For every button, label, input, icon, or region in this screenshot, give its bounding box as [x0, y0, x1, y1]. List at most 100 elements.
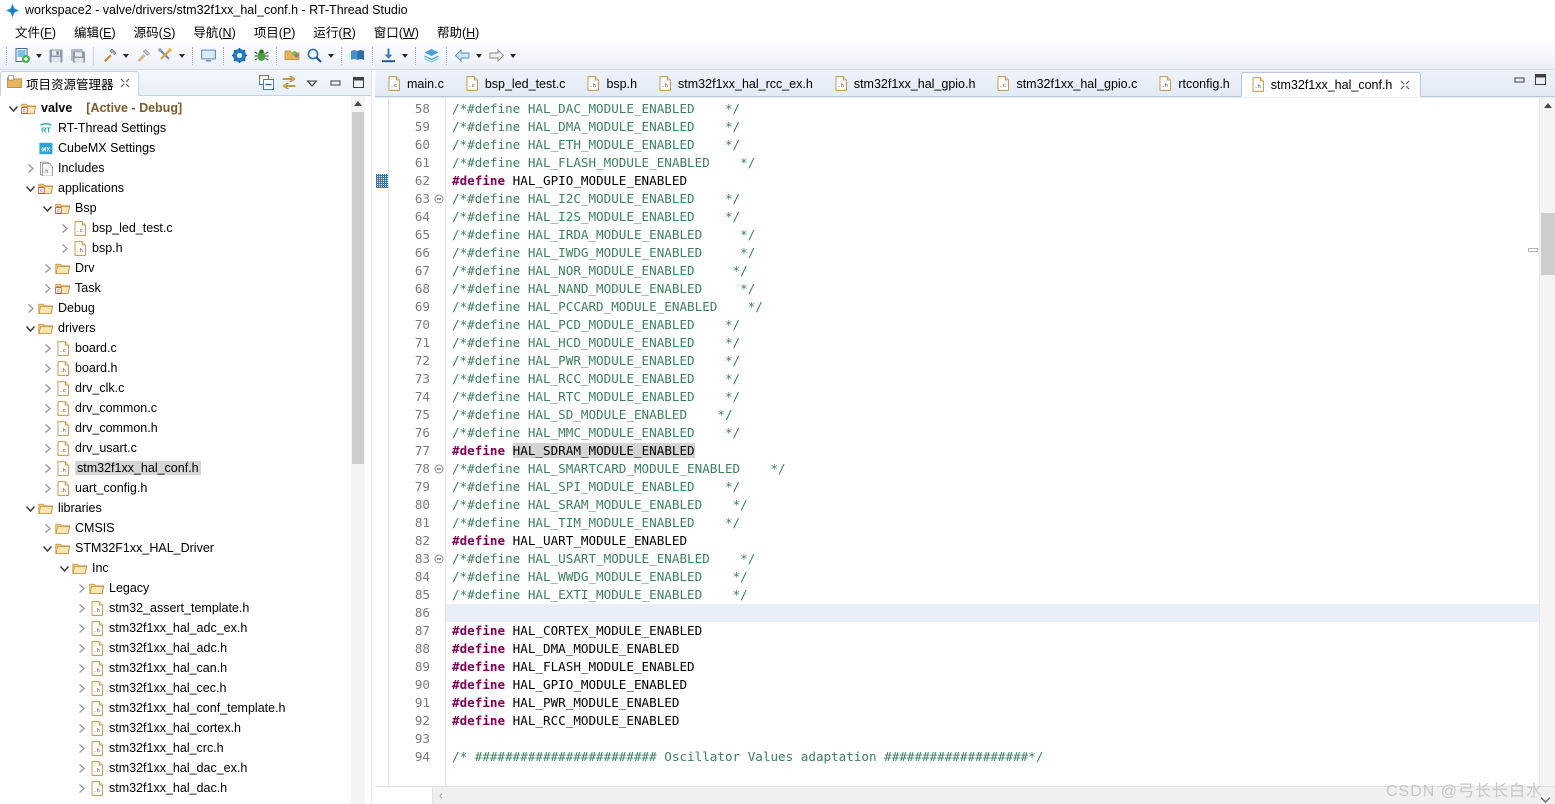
chevron-right-icon[interactable]: [74, 661, 88, 675]
editor-marker-cell[interactable]: [375, 226, 388, 244]
back-arrow-icon[interactable]: [451, 45, 473, 67]
tree-item-stm32f1xx-hal-driver[interactable]: STM32F1xx_HAL_Driver: [0, 538, 371, 558]
project-tree-scrollbar[interactable]: [351, 96, 365, 804]
collapse-all-icon[interactable]: [257, 74, 275, 92]
editor-marker-cell[interactable]: [375, 406, 388, 424]
fold-collapse-icon[interactable]: [433, 550, 445, 568]
tree-item-stm32-assert-template-h[interactable]: .h stm32_assert_template.h: [0, 598, 371, 618]
close-icon[interactable]: [120, 77, 130, 91]
code-line[interactable]: /*#define HAL_TIM_MODULE_ENABLED */: [452, 514, 1555, 532]
terminal-icon[interactable]: [197, 45, 219, 67]
link-editor-icon[interactable]: [280, 74, 298, 92]
tree-item-bsp[interactable]: c Bsp: [0, 198, 371, 218]
tree-item-stm32f1xx-hal-conf-h[interactable]: .h stm32f1xx_hal_conf.h: [0, 458, 371, 478]
chevron-right-icon[interactable]: [57, 221, 71, 235]
tools-dropdown-arrow[interactable]: [176, 45, 188, 67]
tree-item-board-h[interactable]: .h board.h: [0, 358, 371, 378]
code-line[interactable]: /*#define HAL_DAC_MODULE_ENABLED */: [452, 100, 1555, 118]
tree-item-stm32f1xx-hal-can-h[interactable]: .h stm32f1xx_hal_can.h: [0, 658, 371, 678]
forward-dropdown-arrow[interactable]: [507, 45, 519, 67]
chevron-right-icon[interactable]: [74, 681, 88, 695]
editor-tab-rtconfig-h[interactable]: .h rtconfig.h: [1148, 71, 1240, 96]
tree-item-cubemx-settings[interactable]: MX CubeMX Settings: [0, 138, 371, 158]
tree-item-bsp-h[interactable]: .h bsp.h: [0, 238, 371, 258]
editor-marker-cell[interactable]: [375, 442, 388, 460]
code-line[interactable]: #define HAL_DMA_MODULE_ENABLED: [452, 640, 1555, 658]
editor-marker-cell[interactable]: [375, 316, 388, 334]
editor-marker-cell[interactable]: [375, 496, 388, 514]
new-dropdown-arrow[interactable]: [33, 45, 45, 67]
code-line[interactable]: #define HAL_RCC_MODULE_ENABLED: [452, 712, 1555, 730]
menu-navigate[interactable]: 导航(N): [184, 20, 244, 43]
code-line[interactable]: /*#define HAL_DMA_MODULE_ENABLED */: [452, 118, 1555, 136]
tree-item-stm32f1xx-hal-adc-h[interactable]: .h stm32f1xx_hal_adc.h: [0, 638, 371, 658]
editor-marker-cell[interactable]: [375, 298, 388, 316]
build-tools-icon[interactable]: [154, 45, 176, 67]
scrollbar-thumb[interactable]: [352, 112, 364, 464]
editor-marker-cell[interactable]: [375, 370, 388, 388]
chevron-right-icon[interactable]: [40, 521, 54, 535]
editor-marker-cell[interactable]: [375, 730, 388, 748]
editor-marker-cell[interactable]: [375, 388, 388, 406]
code-line[interactable]: [452, 730, 1555, 748]
code-line[interactable]: /*#define HAL_RCC_MODULE_ENABLED */: [452, 370, 1555, 388]
layers-icon[interactable]: [420, 45, 442, 67]
editor-marker-cell[interactable]: [375, 100, 388, 118]
code-line[interactable]: #define HAL_GPIO_MODULE_ENABLED: [452, 676, 1555, 694]
chevron-down-icon[interactable]: [23, 181, 37, 195]
chevron-right-icon[interactable]: [74, 721, 88, 735]
tree-item-stm32f1xx-hal-dac-ex-h[interactable]: .h stm32f1xx_hal_dac_ex.h: [0, 758, 371, 778]
search-icon[interactable]: [303, 45, 325, 67]
chevron-down-icon[interactable]: [23, 501, 37, 515]
code-line[interactable]: /*#define HAL_SMARTCARD_MODULE_ENABLED *…: [452, 460, 1555, 478]
code-line[interactable]: /*#define HAL_RTC_MODULE_ENABLED */: [452, 388, 1555, 406]
code-line[interactable]: #define HAL_GPIO_MODULE_ENABLED: [452, 172, 1555, 190]
back-dropdown-arrow[interactable]: [473, 45, 485, 67]
menu-project[interactable]: 项目(P): [245, 20, 305, 43]
code-line[interactable]: /*#define HAL_IRDA_MODULE_ENABLED */: [452, 226, 1555, 244]
editor-tab-main-c[interactable]: .c main.c: [377, 71, 455, 96]
editor-marker-cell[interactable]: [375, 460, 388, 478]
debug-bug-icon[interactable]: [250, 45, 272, 67]
code-line[interactable]: #define HAL_CORTEX_MODULE_ENABLED: [452, 622, 1555, 640]
chevron-right-icon[interactable]: [74, 761, 88, 775]
minimize-icon[interactable]: [1513, 73, 1526, 91]
editor-marker-cell[interactable]: [375, 748, 388, 766]
editor-tab-stm32f1xx-hal-rcc-ex-h[interactable]: .h stm32f1xx_hal_rcc_ex.h: [648, 71, 824, 96]
code-line[interactable]: /*#define HAL_NOR_MODULE_ENABLED */: [452, 262, 1555, 280]
chevron-right-icon[interactable]: [40, 381, 54, 395]
code-line[interactable]: /*#define HAL_PCD_MODULE_ENABLED */: [452, 316, 1555, 334]
chevron-down-icon[interactable]: [6, 101, 20, 115]
book-icon[interactable]: [346, 45, 368, 67]
editor-marker-cell[interactable]: [375, 424, 388, 442]
menu-source[interactable]: 源码(S): [125, 20, 185, 43]
tree-item-uart-config-h[interactable]: .h uart_config.h: [0, 478, 371, 498]
editor-marker-cell[interactable]: [375, 172, 388, 190]
editor-marker-cell[interactable]: [375, 154, 388, 172]
tree-item-drv[interactable]: Drv: [0, 258, 371, 278]
code-line[interactable]: #define HAL_SDRAM_MODULE_ENABLED: [452, 442, 1555, 460]
chevron-down-icon[interactable]: [40, 541, 54, 555]
editor-tab-stm32f1xx-hal-gpio-c[interactable]: .c stm32f1xx_hal_gpio.c: [986, 71, 1148, 96]
tree-item-drv-usart-c[interactable]: .c drv_usart.c: [0, 438, 371, 458]
chevron-right-icon[interactable]: [40, 341, 54, 355]
download-icon[interactable]: [377, 45, 399, 67]
code-line[interactable]: /*#define HAL_EXTI_MODULE_ENABLED */: [452, 586, 1555, 604]
editor-marker-cell[interactable]: [375, 118, 388, 136]
maximize-icon[interactable]: [349, 74, 367, 92]
code-line[interactable]: [446, 604, 1555, 622]
editor-marker-cell[interactable]: [375, 208, 388, 226]
code-line[interactable]: /*#define HAL_NAND_MODULE_ENABLED */: [452, 280, 1555, 298]
editor-vertical-scrollbar[interactable]: [1539, 98, 1555, 786]
chevron-right-icon[interactable]: [74, 741, 88, 755]
tree-item-rt-thread-settings[interactable]: RT RT-Thread Settings: [0, 118, 371, 138]
chevron-right-icon[interactable]: [74, 781, 88, 795]
editor-marker-cell[interactable]: [375, 478, 388, 496]
code-editor[interactable]: 58 59 60 61 62 63 64 65 66 67 68 69 70 71 72 73 74 75 76 77…: [375, 97, 1555, 786]
code-line[interactable]: /*#define HAL_MMC_MODULE_ENABLED */: [452, 424, 1555, 442]
tree-item-applications[interactable]: c applications: [0, 178, 371, 198]
save-icon[interactable]: [45, 45, 67, 67]
chevron-down-icon[interactable]: [1539, 795, 1551, 804]
chevron-right-icon[interactable]: [74, 701, 88, 715]
editor-folding-column[interactable]: [433, 98, 446, 786]
